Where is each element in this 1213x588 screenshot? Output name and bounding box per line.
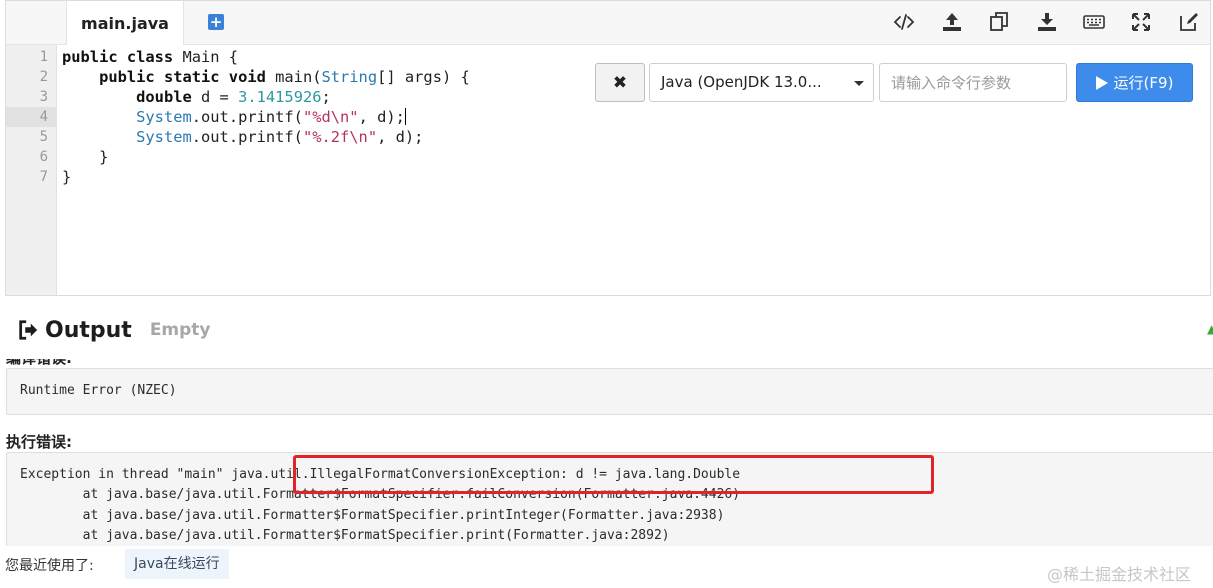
code-line: }: [62, 168, 72, 186]
output-header: Output Empty: [17, 314, 211, 346]
line-number: 1: [39, 49, 48, 65]
output-title: Output: [45, 317, 132, 343]
line-number-active: 4: [6, 107, 57, 127]
command-args-input[interactable]: [879, 63, 1067, 102]
run-button[interactable]: 运行(F9): [1076, 63, 1193, 102]
code-line: public class Main {: [62, 48, 239, 66]
keyboard-icon[interactable]: [1082, 10, 1106, 34]
line-number: 7: [39, 169, 48, 185]
editor-tabbar: main.java +: [6, 1, 1210, 46]
upload-icon[interactable]: [940, 10, 964, 34]
text-cursor: [404, 108, 406, 125]
add-tab-icon[interactable]: +: [208, 14, 224, 30]
play-icon: [1095, 75, 1108, 90]
sign-out-icon: [19, 320, 38, 340]
editor-panel: main.java + 1 2 3 4 5 6 7 public class M…: [5, 0, 1211, 296]
compile-error-box: Runtime Error (NZEC): [6, 368, 1213, 415]
download-icon[interactable]: [1035, 10, 1059, 34]
code-line: double d = 3.1415926;: [136, 88, 331, 106]
line-number: 2: [39, 69, 48, 85]
code-icon[interactable]: [892, 10, 916, 34]
copy-icon[interactable]: [987, 10, 1011, 34]
chevron-down-icon: [854, 81, 864, 86]
close-icon: ✖: [612, 72, 628, 93]
line-number: 3: [39, 89, 48, 105]
recent-used-label: 您最近使用了:: [5, 558, 94, 574]
tab-main-java[interactable]: main.java: [66, 1, 184, 46]
output-status: Empty: [149, 320, 211, 340]
stack-trace-line: at java.base/java.util.Formatter$FormatS…: [20, 528, 670, 543]
line-number: 5: [39, 129, 48, 145]
clear-button[interactable]: ✖: [595, 63, 645, 102]
output-scroll-area[interactable]: 编译错误: Runtime Error (NZEC) 执行错误: Excepti…: [0, 359, 1213, 546]
status-indicator-icon: ▲: [1207, 322, 1213, 336]
code-line: public static void main(String[] args) {: [99, 68, 470, 86]
watermark: @稀土掘金技术社区: [1047, 565, 1192, 584]
run-button-label: 运行(F9): [1113, 74, 1174, 92]
language-select[interactable]: Java (OpenJDK 13.0...: [649, 63, 874, 102]
code-line: System.out.printf("%.2f\n", d);: [136, 128, 424, 146]
compile-error-label: 编译错误:: [6, 359, 72, 368]
edit-icon[interactable]: [1177, 10, 1201, 34]
compile-error-text: Runtime Error (NZEC): [20, 383, 177, 398]
recent-tag-java-online[interactable]: Java在线运行: [125, 549, 229, 579]
language-select-value: Java (OpenJDK 13.0...: [661, 73, 822, 91]
stack-trace-line: at java.base/java.util.Formatter$FormatS…: [20, 508, 725, 523]
line-number-gutter: 1 2 3 4 5 6 7: [6, 45, 57, 295]
error-highlight-box: [293, 455, 934, 494]
line-number: 6: [39, 149, 48, 165]
runtime-error-label: 执行错误:: [6, 433, 72, 451]
fullscreen-icon[interactable]: [1129, 10, 1153, 34]
code-line: System.out.printf("%d\n", d);: [136, 108, 406, 126]
code-line: }: [99, 148, 109, 166]
